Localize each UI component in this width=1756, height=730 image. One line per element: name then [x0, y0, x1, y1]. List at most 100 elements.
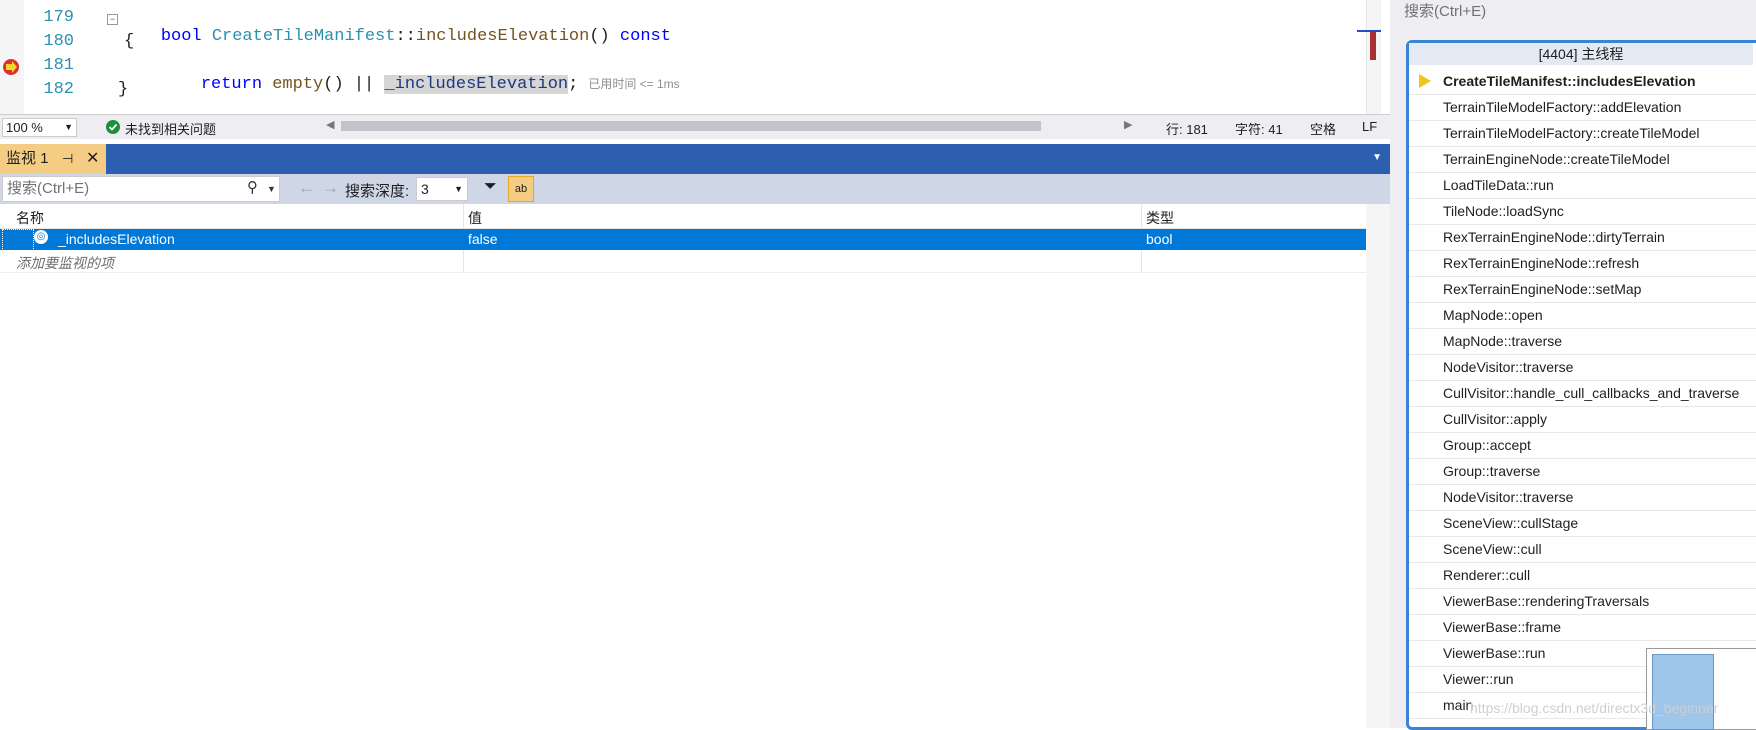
callstack-frame[interactable]: LoadTileData::run [1409, 172, 1756, 199]
code-variable[interactable]: _includesElevation [384, 75, 569, 94]
callstack-frame[interactable]: MapNode::traverse [1409, 328, 1756, 355]
callstack-frame[interactable]: Renderer::cull [1409, 562, 1756, 589]
column-header-type[interactable]: 类型 [1146, 208, 1174, 228]
callstack-frame[interactable]: TerrainTileModelFactory::addElevation [1409, 94, 1756, 121]
callstack-frame[interactable]: CreateTileManifest::includesElevation [1409, 68, 1756, 95]
frame-label: ViewerBase::frame [1443, 619, 1562, 635]
scroll-right-icon[interactable]: ▶ [1124, 118, 1132, 131]
perf-tip[interactable]: 已用时间 <= 1ms [588, 77, 679, 91]
callstack-frame[interactable]: RexTerrainEngineNode::refresh [1409, 250, 1756, 277]
tab-watch-1[interactable]: 监视 1 ⊣ ✕ [0, 144, 106, 174]
chevron-down-icon: ▼ [454, 184, 463, 194]
frame-label: MapNode::open [1443, 307, 1543, 323]
table-row[interactable]: ◎ _includesElevation false bool [0, 229, 1366, 251]
search-depth-select[interactable]: 3 ▼ [416, 177, 468, 201]
code-function: includesElevation [415, 27, 590, 46]
callstack-search-input[interactable]: 搜索(Ctrl+E) [1400, 0, 1756, 24]
callstack-frame[interactable]: CullVisitor::apply [1409, 406, 1756, 433]
chevron-down-icon[interactable]: ▼ [267, 177, 276, 201]
watch-search-input[interactable]: 搜索(Ctrl+E) ⚲ ▼ [2, 176, 280, 202]
callstack-frame[interactable]: MapNode::open [1409, 302, 1756, 329]
char-indicator[interactable]: 字符: 41 [1235, 119, 1283, 138]
search-depth-label: 搜索深度: [345, 183, 410, 200]
frame-label: TerrainEngineNode::createTileModel [1443, 151, 1670, 167]
frame-label: TerrainTileModelFactory::addElevation [1443, 99, 1682, 115]
frame-label: RexTerrainEngineNode::setMap [1443, 281, 1642, 297]
frame-label: CullVisitor::handle_cull_callbacks_and_t… [1443, 385, 1740, 401]
code-line[interactable]: } [118, 80, 128, 99]
scroll-left-icon[interactable]: ◀ [326, 118, 334, 131]
callstack-frame[interactable]: ViewerBase::frame [1409, 614, 1756, 641]
zoom-dropdown[interactable]: 100 % ▼ [2, 118, 77, 137]
frame-label: NodeVisitor::traverse [1443, 359, 1574, 375]
code-keyword: const [619, 27, 671, 46]
callstack-frame[interactable]: CullVisitor::handle_cull_callbacks_and_t… [1409, 380, 1756, 407]
callstack-frame[interactable]: NodeVisitor::traverse [1409, 484, 1756, 511]
callstack-frame[interactable]: TileNode::loadSync [1409, 198, 1756, 225]
watch-name-cell[interactable]: _includesElevation [58, 231, 175, 247]
pin-icon[interactable]: ⊣ [62, 144, 73, 174]
callstack-frame[interactable]: SceneView::cullStage [1409, 510, 1756, 537]
chevron-down-icon[interactable]: ▼ [1372, 152, 1382, 163]
hex-display-button[interactable]: ab [508, 176, 534, 202]
filter-icon[interactable]: ⏷ [484, 178, 497, 196]
frame-label: Group::accept [1443, 437, 1531, 453]
callstack-frame[interactable]: Group::accept [1409, 432, 1756, 459]
line-indicator[interactable]: 行: 181 [1166, 119, 1208, 138]
callstack-frame[interactable]: ViewerBase::renderingTraversals [1409, 588, 1756, 615]
search-depth-value: 3 [421, 181, 429, 197]
watch-value-cell[interactable]: false [468, 231, 498, 247]
thread-title[interactable]: [4404] 主线程 [1409, 43, 1753, 65]
code-line[interactable]: { [124, 32, 134, 51]
callstack-frame[interactable]: TerrainEngineNode::createTileModel [1409, 146, 1756, 173]
issues-status[interactable]: 未找到相关问题 [125, 119, 216, 138]
close-icon[interactable]: ✕ [86, 144, 99, 174]
watch-vertical-scrollbar[interactable] [1366, 204, 1390, 728]
callstack-frame[interactable]: Group::traverse [1409, 458, 1756, 485]
frame-label: CullVisitor::apply [1443, 411, 1548, 427]
add-watch-row[interactable]: 添加要监视的项 [0, 251, 1366, 273]
watermark: https://blog.csdn.net/directx3d_beginner [1470, 700, 1719, 716]
code-line[interactable]: return empty() || _includesElevation; 已用时… [160, 56, 680, 113]
frame-label: SceneView::cull [1443, 541, 1542, 557]
watch-grid-header: 名称 值 类型 [0, 204, 1366, 229]
current-frame-arrow-icon [1419, 74, 1431, 88]
row-focus [2, 229, 34, 251]
variable-icon: ◎ [34, 230, 48, 244]
callstack-frame[interactable]: NodeVisitor::traverse [1409, 354, 1756, 381]
frame-label: RexTerrainEngineNode::refresh [1443, 255, 1640, 271]
back-arrow-icon[interactable]: ← [298, 178, 315, 198]
frame-label: main [1443, 697, 1474, 713]
callstack-frame[interactable]: TerrainTileModelFactory::createTileModel [1409, 120, 1756, 147]
column-header-value[interactable]: 值 [468, 208, 482, 228]
current-line-arrow-icon [3, 59, 19, 75]
scroll-marker [1370, 30, 1376, 60]
callstack-frame[interactable]: RexTerrainEngineNode::dirtyTerrain [1409, 224, 1756, 251]
line-number: 181 [43, 56, 74, 75]
frame-label: NodeVisitor::traverse [1443, 489, 1574, 505]
code-editor[interactable]: − 179 180 181 182 bool CreateTileManifes… [0, 0, 1380, 114]
code-keyword: return [200, 75, 273, 94]
eol-indicator[interactable]: LF [1362, 119, 1377, 134]
frame-label: LoadTileData::run [1443, 177, 1554, 193]
column-header-name[interactable]: 名称 [16, 208, 44, 228]
line-number: 182 [43, 80, 74, 99]
search-icon[interactable]: ⚲ [247, 176, 258, 200]
editor-vertical-scrollbar[interactable] [1357, 0, 1381, 114]
frame-label: TileNode::loadSync [1443, 203, 1564, 219]
callstack-frame[interactable]: RexTerrainEngineNode::setMap [1409, 276, 1756, 303]
frame-label: ViewerBase::renderingTraversals [1443, 593, 1650, 609]
code-keyword: bool [160, 27, 212, 46]
frame-label: MapNode::traverse [1443, 333, 1563, 349]
whitespace-indicator[interactable]: 空格 [1310, 119, 1336, 138]
horizontal-scroll-thumb[interactable] [341, 121, 1041, 131]
forward-arrow-icon[interactable]: → [322, 178, 339, 198]
code-function: empty [272, 75, 324, 94]
fold-toggle-icon[interactable]: − [107, 14, 118, 25]
search-placeholder: 搜索(Ctrl+E) [1404, 3, 1487, 20]
callstack-frame[interactable]: SceneView::cull [1409, 536, 1756, 563]
search-placeholder: 搜索(Ctrl+E) [7, 180, 90, 197]
breakpoint-gutter[interactable] [0, 0, 24, 114]
code-punct: () || [323, 75, 385, 94]
line-number: 179 [43, 8, 74, 27]
